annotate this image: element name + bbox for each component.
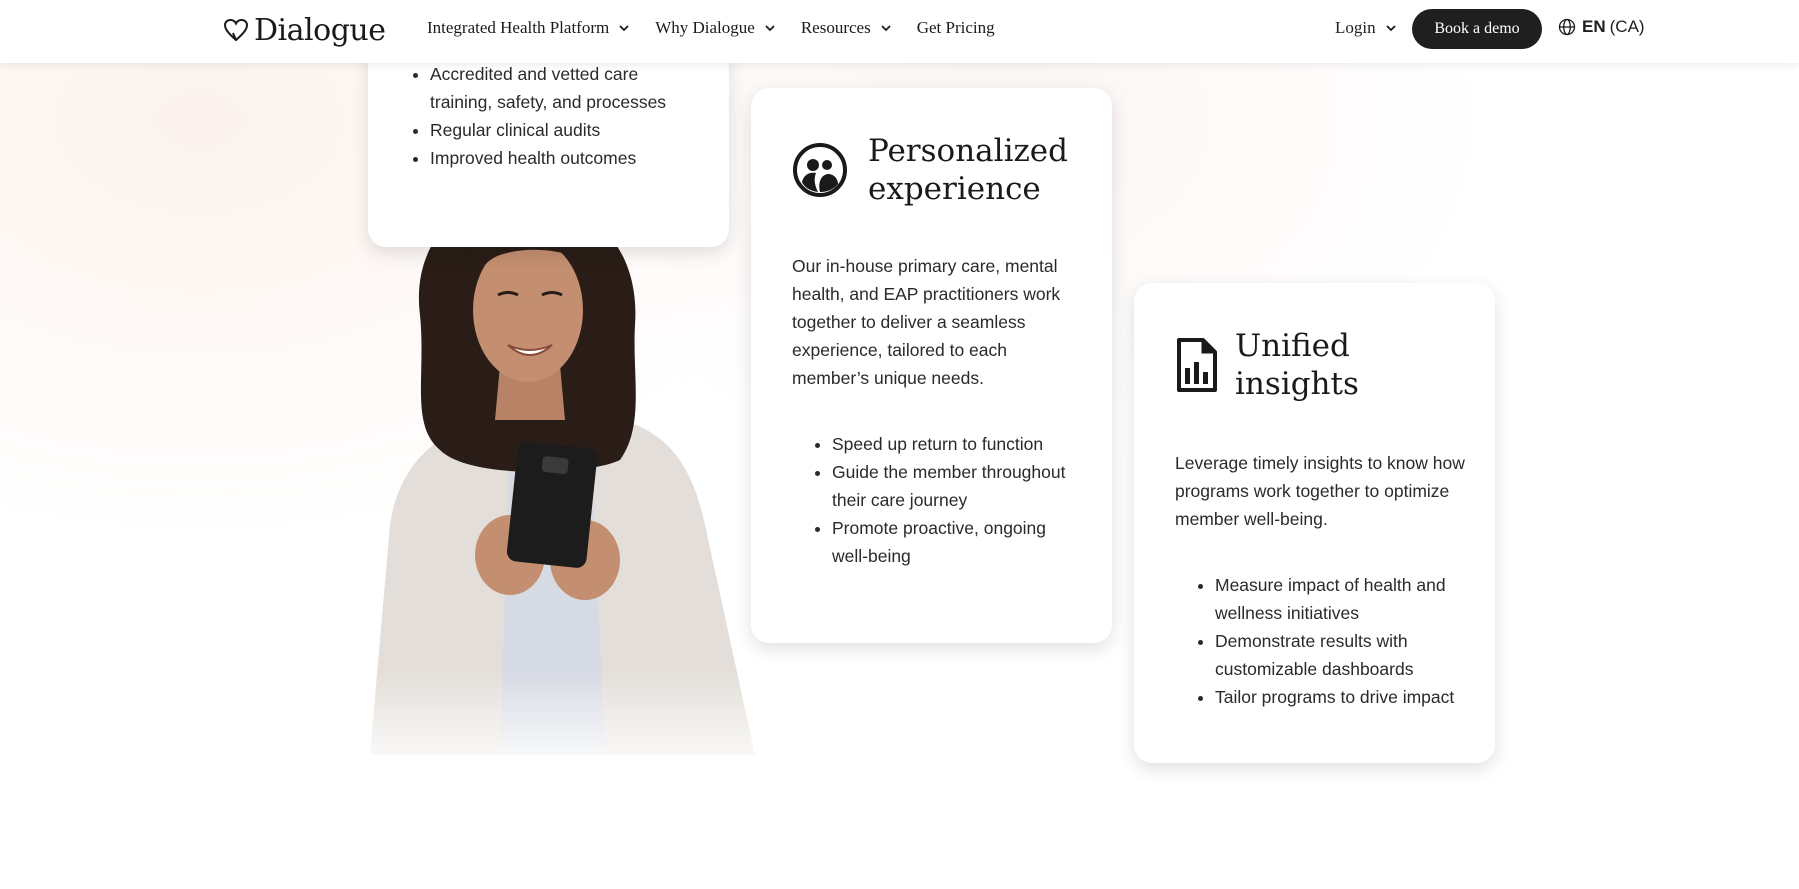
- list-item: Measure impact of health and wellness in…: [1215, 571, 1465, 627]
- nav-why-dialogue[interactable]: Why Dialogue: [655, 18, 775, 38]
- woman-with-phone-image: [360, 195, 760, 775]
- logo-text: Dialogue: [254, 12, 386, 48]
- list-item: Accredited and vetted care training, saf…: [430, 60, 699, 116]
- list-item: Improved health outcomes: [430, 144, 699, 172]
- chevron-down-icon: [619, 25, 629, 32]
- card-title: Unified insights: [1235, 328, 1359, 402]
- card-title: Personalized experience: [868, 133, 1069, 207]
- nav-label: Integrated Health Platform: [427, 18, 610, 37]
- nav-label: Get Pricing: [916, 18, 995, 37]
- list-item: Demonstrate results with customizable da…: [1215, 627, 1465, 683]
- personalized-experience-card: Personalized experience Our in-house pri…: [751, 88, 1112, 643]
- list-item: Tailor programs to drive impact: [1215, 683, 1465, 711]
- login-label: Login: [1335, 18, 1376, 37]
- chevron-down-icon: [881, 25, 891, 32]
- card-bullets: Speed up return to function Guide the me…: [792, 430, 1074, 570]
- logo[interactable]: Dialogue: [222, 10, 386, 50]
- login-menu[interactable]: Login: [1335, 18, 1396, 38]
- card-header: Personalized experience: [792, 132, 1074, 208]
- people-circle-icon: [792, 142, 848, 198]
- globe-icon: [1558, 18, 1576, 36]
- list-item: Guide the member throughout their care j…: [832, 458, 1074, 514]
- book-demo-button[interactable]: Book a demo: [1412, 9, 1542, 49]
- card-header: Unified insights: [1175, 327, 1465, 403]
- lang-code: EN: [1582, 17, 1606, 36]
- list-item: Speed up return to function: [832, 430, 1074, 458]
- language-selector[interactable]: EN (CA): [1558, 17, 1645, 37]
- nav-resources[interactable]: Resources: [801, 18, 891, 38]
- quality-care-card: Accredited and vetted care training, saf…: [368, 40, 729, 247]
- nav-label: Why Dialogue: [655, 18, 755, 37]
- nav-label: Resources: [800, 18, 871, 37]
- quality-care-bullets: Accredited and vetted care training, saf…: [390, 60, 699, 172]
- main-nav: Integrated Health Platform Why Dialogue …: [427, 18, 1021, 38]
- heart-logo-icon: [223, 18, 249, 42]
- nav-get-pricing[interactable]: Get Pricing: [917, 18, 995, 38]
- lang-region: (CA): [1609, 17, 1645, 36]
- card-body: Our in-house primary care, mental health…: [792, 256, 1061, 388]
- chevron-down-icon: [1385, 25, 1396, 32]
- site-header: Dialogue Integrated Health Platform Why …: [0, 0, 1799, 63]
- unified-insights-card: Unified insights Leverage timely insight…: [1134, 283, 1495, 763]
- card-body: Leverage timely insights to know how pro…: [1175, 453, 1465, 529]
- list-item: Promote proactive, ongoing well-being: [832, 514, 1074, 570]
- nav-integrated-health-platform[interactable]: Integrated Health Platform: [427, 18, 629, 38]
- chevron-down-icon: [765, 25, 775, 32]
- list-item: Regular clinical audits: [430, 116, 699, 144]
- card-bullets: Measure impact of health and wellness in…: [1175, 571, 1465, 711]
- report-chart-icon: [1175, 338, 1217, 392]
